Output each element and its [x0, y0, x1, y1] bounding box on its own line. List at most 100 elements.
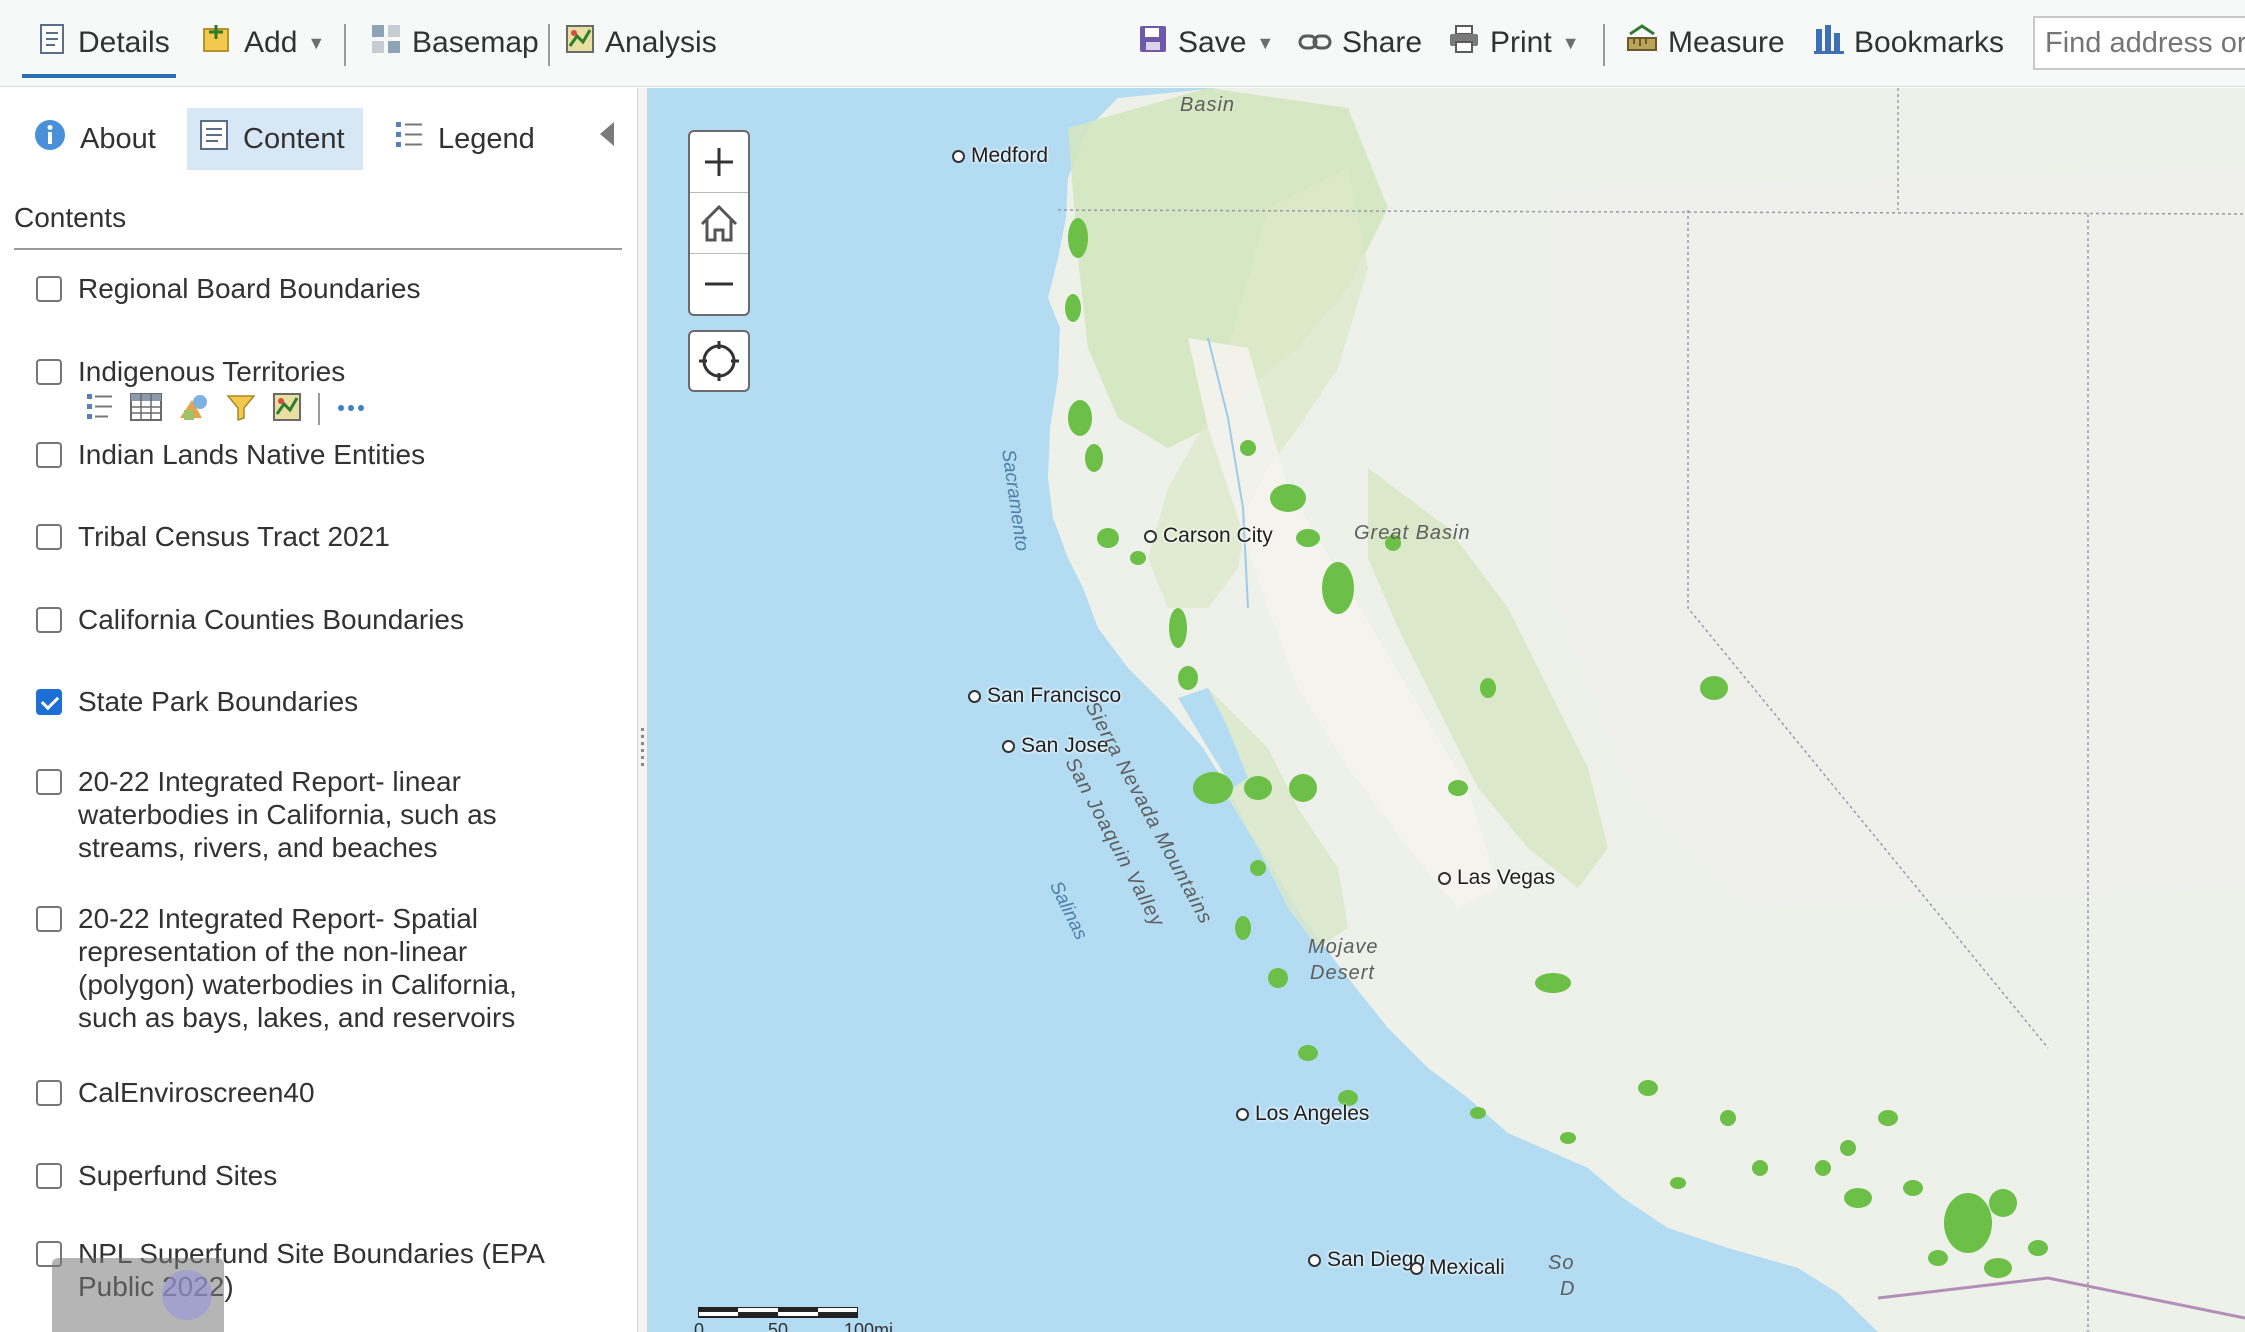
locate-button[interactable] [688, 330, 750, 392]
measure-button[interactable]: Measure [1626, 20, 1785, 66]
layer-label: State Park Boundaries [78, 686, 359, 717]
collapse-panel-icon[interactable] [600, 122, 614, 146]
printer-icon [1448, 24, 1480, 62]
layer-label: Indigenous Territories [78, 356, 346, 387]
show-table-icon[interactable] [130, 392, 162, 426]
city-label-carson-city: Carson City [1144, 524, 1273, 548]
basemap-layer [1048, 88, 2245, 1332]
city-marker-icon [952, 149, 965, 163]
map-view[interactable]: Medford Carson City San Francisco San Jo… [648, 88, 2245, 1332]
show-legend-icon[interactable] [86, 392, 114, 427]
plus-icon [705, 148, 733, 176]
toolbar-divider [548, 24, 550, 66]
scale-label: 100mi [844, 1320, 894, 1332]
city-marker-icon [1002, 739, 1015, 753]
more-options-icon[interactable] [336, 400, 366, 418]
share-label: Share [1342, 26, 1423, 59]
analysis-button[interactable]: Analysis [565, 20, 717, 66]
basemap-label: Basemap [412, 26, 539, 59]
save-label: Save [1178, 26, 1247, 59]
layer-item[interactable]: 20-22 Integrated Report- linear waterbod… [36, 765, 576, 864]
region-label: Basin [1180, 94, 1236, 116]
add-label: Add [244, 26, 298, 59]
print-label: Print [1490, 26, 1552, 59]
basemap-button[interactable]: Basemap [370, 20, 539, 66]
tab-content[interactable]: Content [187, 108, 363, 170]
splitter-grip-icon [641, 728, 644, 766]
contents-divider [14, 248, 622, 250]
tab-legend[interactable]: Legend [382, 108, 547, 170]
print-button[interactable]: Print ▼ [1448, 20, 1580, 66]
save-button[interactable]: Save ▼ [1138, 20, 1274, 66]
layer-label: Regional Board Boundaries [78, 273, 421, 304]
region-label: Desert [1310, 962, 1375, 984]
layer-tools-row [86, 392, 366, 426]
layer-checkbox[interactable] [36, 1163, 62, 1189]
overlay-widget[interactable] [52, 1258, 224, 1332]
layer-label: Tribal Census Tract 2021 [78, 521, 390, 552]
share-button[interactable]: Share [1298, 20, 1422, 66]
layer-checkbox[interactable] [36, 769, 62, 795]
layer-item[interactable]: Indian Lands Native Entities [36, 438, 596, 471]
scale-label: 50 [768, 1320, 789, 1332]
layer-label: CalEnviroscreen40 [78, 1077, 315, 1108]
layer-item[interactable]: CalEnviroscreen40 [36, 1076, 596, 1109]
layer-item[interactable]: Superfund Sites [36, 1159, 596, 1192]
city-label-los-angeles: Los Angeles [1236, 1102, 1369, 1126]
search-input[interactable] [2033, 16, 2245, 70]
region-label: D [1560, 1278, 1576, 1300]
city-label-medford: Medford [952, 144, 1048, 168]
layer-item[interactable]: Indigenous Territories [36, 355, 596, 388]
widget-indicator-icon [162, 1270, 212, 1320]
content-list-icon [199, 119, 229, 159]
city-marker-icon [1144, 529, 1157, 543]
layer-item[interactable]: California Counties Boundaries [36, 603, 596, 636]
details-button[interactable]: Details [38, 20, 170, 66]
zoom-out-button[interactable] [690, 254, 748, 314]
basemap-icon [370, 23, 402, 63]
details-icon [38, 22, 68, 64]
layer-item[interactable]: Tribal Census Tract 2021 [36, 520, 596, 553]
desert-texture [1548, 168, 2245, 908]
bookmarks-button[interactable]: Bookmarks [1814, 20, 2004, 66]
home-button[interactable] [690, 193, 748, 254]
analysis-label: Analysis [605, 26, 717, 59]
region-label: Mojave [1308, 936, 1379, 958]
add-button[interactable]: Add ▼ [200, 20, 325, 66]
layer-label: 20-22 Integrated Report- linear waterbod… [78, 766, 497, 863]
contents-heading: Contents [14, 202, 127, 233]
info-icon [34, 119, 66, 159]
filter-icon[interactable] [226, 392, 256, 427]
layer-checkbox[interactable] [36, 524, 62, 550]
panel-splitter[interactable] [638, 88, 648, 1332]
layer-item[interactable]: State Park Boundaries [36, 685, 596, 718]
legend-icon [394, 119, 424, 159]
tab-about[interactable]: About [22, 108, 168, 170]
crosshair-icon [699, 341, 739, 381]
layer-checkbox-checked[interactable] [36, 689, 62, 715]
city-label-mexicali: Mexicali [1410, 1256, 1505, 1280]
layer-checkbox[interactable] [36, 1080, 62, 1106]
layer-checkbox[interactable] [36, 359, 62, 385]
measure-label: Measure [1668, 26, 1785, 59]
tab-legend-label: Legend [438, 122, 535, 155]
top-toolbar: Details Add ▼ Basemap Analysis Save ▼ Sh… [0, 0, 2245, 87]
perform-analysis-icon[interactable] [272, 392, 302, 427]
layer-checkbox[interactable] [36, 906, 62, 932]
scale-label: 0 [694, 1320, 705, 1332]
measure-ruler-icon [1626, 24, 1658, 62]
layer-item[interactable]: Regional Board Boundaries [36, 272, 596, 305]
layer-checkbox[interactable] [36, 442, 62, 468]
city-label-las-vegas: Las Vegas [1438, 866, 1555, 890]
zoom-in-button[interactable] [690, 132, 748, 193]
bookmarks-label: Bookmarks [1854, 26, 2005, 59]
city-marker-icon [1410, 1261, 1423, 1275]
layer-item[interactable]: 20-22 Integrated Report- Spatial represe… [36, 902, 576, 1034]
city-label-san-diego: San Diego [1308, 1248, 1425, 1272]
home-icon [700, 204, 738, 242]
change-style-icon[interactable] [178, 392, 210, 427]
layer-checkbox[interactable] [36, 276, 62, 302]
layer-checkbox[interactable] [36, 607, 62, 633]
tools-divider [318, 393, 320, 425]
city-marker-icon [1438, 871, 1451, 885]
